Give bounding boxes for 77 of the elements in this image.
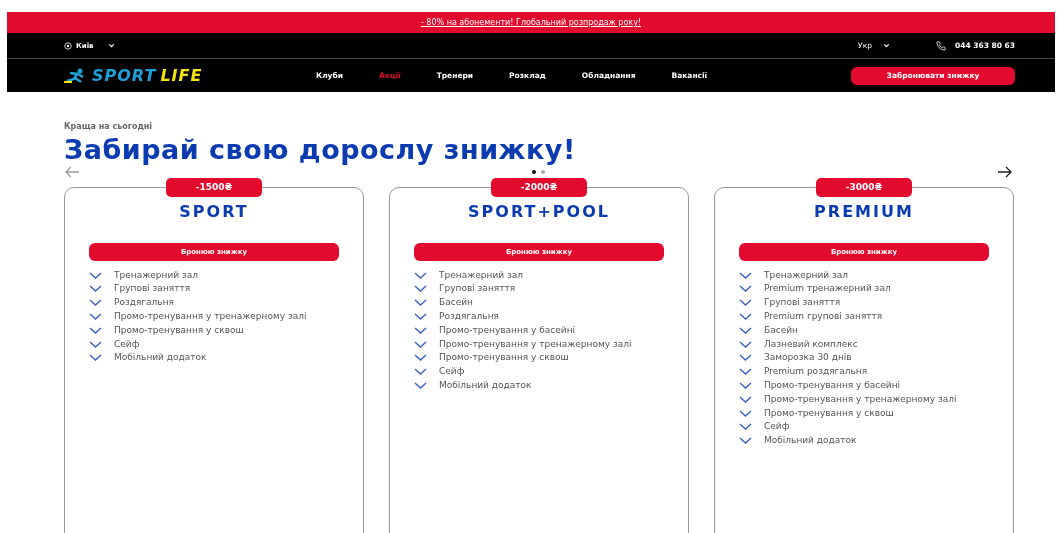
feature-text: Лазневий комплекс <box>764 338 858 350</box>
feature-text: Мобільний додаток <box>114 352 207 364</box>
feature-text: Промо-тренування у тренажерному залі <box>439 338 632 350</box>
feature-text: Промо-тренування у сквош <box>114 324 244 336</box>
check-icon <box>414 271 427 279</box>
chevron-down-icon <box>881 41 891 50</box>
check-icon <box>739 299 752 307</box>
check-icon <box>89 340 102 348</box>
check-icon <box>739 368 752 376</box>
logo-word: LIFE <box>160 66 203 85</box>
feature-text: Басейн <box>764 324 798 336</box>
plan-name: PREMIUM <box>813 201 915 221</box>
check-icon <box>89 326 102 334</box>
feature-text: Premium групові заняття <box>764 311 883 322</box>
discount-badge: -3000₴ <box>816 177 912 197</box>
right-arrow-icon[interactable] <box>997 165 1013 178</box>
feature-text: Сейф <box>114 338 140 350</box>
feature-text: Сейф <box>764 421 790 433</box>
check-icon <box>89 271 102 279</box>
feature-text: Тренажерний зал <box>439 269 523 281</box>
feature-text: Premium роздягальня <box>764 366 868 378</box>
feature-text: Групові заняття <box>764 297 841 309</box>
feature-text: Промо-тренування у тренажерному залі <box>764 393 957 405</box>
check-icon <box>414 354 427 362</box>
discount-badge: -1500₴ <box>166 177 262 197</box>
feature-text: Premium тренажерний зал <box>764 283 891 295</box>
phone-icon <box>934 40 947 51</box>
feature-text: Роздягальня <box>114 297 174 309</box>
check-icon <box>414 312 427 320</box>
check-icon <box>414 285 427 293</box>
feature-text: Групові заняття <box>439 283 516 295</box>
check-icon <box>414 368 427 376</box>
feature-text: Промо-тренування у басейні <box>764 380 901 391</box>
promo-link[interactable]: - 80% на абонементи! Глобальний розпродаж року! <box>420 18 642 27</box>
feature-text: Промо-тренування у тренажерному залі <box>114 311 307 322</box>
feature-text: Промо-тренування у сквош <box>764 407 894 419</box>
feature-text: Промо-тренування у сквош <box>439 352 569 364</box>
section-eyebrow: Краща на сьогодні <box>64 122 154 131</box>
check-icon <box>739 326 752 334</box>
feature-text: Промо-тренування у басейні <box>439 324 576 336</box>
check-icon <box>89 312 102 320</box>
chevron-down-icon <box>107 41 117 50</box>
feature-text: Роздягальня <box>439 311 499 322</box>
feature-text: Мобільний додаток <box>764 435 857 447</box>
carousel-dot[interactable] <box>541 169 545 174</box>
carousel-dot[interactable] <box>532 169 536 174</box>
check-icon <box>739 312 752 320</box>
feature-text: Заморозка 30 днів <box>764 352 852 364</box>
check-icon <box>89 285 102 293</box>
feature-text: Мобільний додаток <box>439 380 532 391</box>
check-icon <box>414 381 427 389</box>
check-icon <box>739 285 752 293</box>
check-icon <box>739 340 752 348</box>
discount-badge: -2000₴ <box>491 177 587 197</box>
feature-text: Тренажерний зал <box>114 269 198 281</box>
feature-text: Групові заняття <box>114 283 191 295</box>
check-icon <box>89 354 102 362</box>
check-icon <box>739 395 752 403</box>
check-icon <box>739 381 752 389</box>
check-icon <box>739 271 752 279</box>
logo-word: SPORT <box>92 66 157 85</box>
plan-name: SPORT <box>178 201 250 221</box>
check-icon <box>739 437 752 445</box>
feature-text: Тренажерний зал <box>764 269 848 281</box>
check-icon <box>414 299 427 307</box>
feature-text: Сейф <box>439 366 465 378</box>
check-icon <box>739 409 752 417</box>
check-icon <box>414 340 427 348</box>
plan-name: SPORT+POOL <box>467 201 611 221</box>
left-arrow-icon[interactable] <box>64 165 80 178</box>
feature-text: Басейн <box>439 297 473 309</box>
location-icon <box>64 41 72 50</box>
check-icon <box>414 326 427 334</box>
check-icon <box>739 354 752 362</box>
section-title: Забирай свою дорослу знижку! <box>64 135 577 165</box>
check-icon <box>89 299 102 307</box>
check-icon <box>739 423 752 431</box>
